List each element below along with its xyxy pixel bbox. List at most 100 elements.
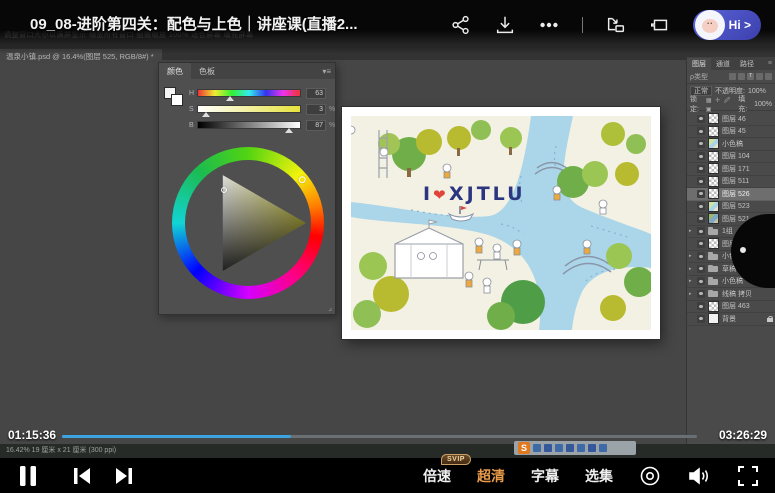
layer-row[interactable]: 图层 104 <box>687 151 775 164</box>
layer-visibility-eye-icon[interactable] <box>697 252 705 260</box>
background-swatch[interactable] <box>171 94 183 106</box>
layer-thumbnail[interactable] <box>708 163 719 174</box>
layer-name[interactable]: 小色稿 <box>722 139 743 149</box>
layer-visibility-eye-icon[interactable] <box>697 227 705 235</box>
layer-name[interactable]: 图层 511 <box>722 176 749 186</box>
share-icon[interactable] <box>450 14 472 36</box>
more-icon[interactable] <box>538 14 560 36</box>
layer-visibility-eye-icon[interactable] <box>697 302 705 310</box>
filter-pixel-icon[interactable] <box>729 73 736 80</box>
layer-visibility-eye-icon[interactable] <box>697 265 705 273</box>
subtitle-button[interactable]: 字幕 <box>531 466 559 486</box>
next-button[interactable] <box>114 467 134 485</box>
layer-thumbnail[interactable] <box>708 113 719 124</box>
layer-name[interactable]: 小色稿 <box>722 276 743 286</box>
layer-row[interactable]: 图层 463 <box>687 301 775 314</box>
layer-name[interactable]: 图层 45 <box>722 126 746 136</box>
layer-visibility-eye-icon[interactable] <box>697 215 705 223</box>
tab-channels[interactable]: 通道 <box>711 58 735 70</box>
layer-row[interactable]: 图层 511 <box>687 176 775 189</box>
layer-visibility-eye-icon[interactable] <box>697 315 705 323</box>
pip-icon[interactable] <box>605 14 627 36</box>
layer-row[interactable]: 小色稿 <box>687 138 775 151</box>
layer-thumbnail[interactable] <box>708 151 719 162</box>
layer-row[interactable]: 图层 171 <box>687 163 775 176</box>
panel-resize-handle[interactable]: ⌟ <box>328 303 332 312</box>
pause-button[interactable] <box>18 465 38 487</box>
brightness-marker[interactable] <box>285 128 293 133</box>
layer-visibility-eye-icon[interactable] <box>697 152 705 160</box>
saturation-slider[interactable] <box>197 105 301 113</box>
snip-tool-icon[interactable] <box>599 444 607 452</box>
layer-expand-arrow[interactable]: ▸ <box>689 278 694 284</box>
hue-ring-marker[interactable] <box>297 174 307 184</box>
layer-name[interactable]: 图层 171 <box>722 164 750 174</box>
fill-value[interactable]: 100% <box>754 101 772 108</box>
quality-button[interactable]: 超清 <box>477 466 505 486</box>
layer-thumbnail[interactable] <box>708 138 719 149</box>
volume-button[interactable] <box>687 465 711 487</box>
panel-menu-icon[interactable]: ≡ <box>768 60 772 67</box>
group-folder-icon[interactable] <box>708 276 719 287</box>
layer-visibility-eye-icon[interactable] <box>697 140 705 148</box>
snip-tool-icon[interactable] <box>533 444 541 452</box>
layer-visibility-eye-icon[interactable] <box>697 165 705 173</box>
filter-type-icon[interactable]: T <box>747 73 754 80</box>
layer-visibility-eye-icon[interactable] <box>697 290 705 298</box>
layer-name[interactable]: 线稿 拷贝 <box>722 289 752 299</box>
layer-thumbnail[interactable] <box>708 188 719 199</box>
layer-row[interactable]: 图层 526 <box>687 188 775 201</box>
snip-tool-icon[interactable] <box>566 444 574 452</box>
brightness-value[interactable]: 87 <box>306 120 326 131</box>
panel-menu-icon[interactable]: ▾≡ <box>322 67 331 76</box>
cast-icon[interactable] <box>649 14 671 36</box>
layer-visibility-eye-icon[interactable] <box>697 127 705 135</box>
layer-visibility-eye-icon[interactable] <box>697 277 705 285</box>
group-folder-icon[interactable] <box>708 251 719 262</box>
layer-thumbnail[interactable] <box>708 301 719 312</box>
fullscreen-button[interactable] <box>737 465 759 487</box>
filter-shape-icon[interactable] <box>756 73 763 80</box>
layer-visibility-eye-icon[interactable] <box>697 240 705 248</box>
assistant-avatar-pill[interactable]: Hi > <box>693 10 761 40</box>
layer-thumbnail[interactable] <box>708 176 719 187</box>
tab-paths[interactable]: 路径 <box>735 58 759 70</box>
hue-marker[interactable] <box>226 96 234 101</box>
group-folder-icon[interactable] <box>708 288 719 299</box>
foreground-background-swatches[interactable] <box>164 87 184 107</box>
triangle-selection-marker[interactable] <box>221 187 227 193</box>
color-wheel[interactable] <box>172 147 324 299</box>
layer-visibility-eye-icon[interactable] <box>697 115 705 123</box>
layer-visibility-eye-icon[interactable] <box>697 190 705 198</box>
layer-name[interactable]: 图层 523 <box>722 201 750 211</box>
hue-slider[interactable] <box>197 89 301 97</box>
layer-name[interactable]: 背景 <box>722 314 736 324</box>
saturation-marker[interactable] <box>202 112 210 117</box>
layer-row[interactable]: 图层 523 <box>687 201 775 214</box>
speed-button[interactable]: SVIP 倍速 <box>423 466 451 486</box>
brightness-slider[interactable] <box>197 121 301 129</box>
layer-name[interactable]: 图层 46 <box>722 114 746 124</box>
layer-row[interactable]: 图层 45 <box>687 126 775 139</box>
snip-tool-icon[interactable] <box>555 444 563 452</box>
episodes-button[interactable]: 选集 <box>585 466 613 486</box>
layer-row[interactable]: 图层 46 <box>687 113 775 126</box>
previous-button[interactable] <box>72 467 92 485</box>
filter-type-label[interactable]: ρ类型 <box>690 72 708 82</box>
layer-thumbnail[interactable] <box>708 313 719 324</box>
canvas-artboard[interactable]: I ❤ XJTLU <box>342 107 660 339</box>
layer-row[interactable]: ▸线稿 拷贝 <box>687 288 775 301</box>
lock-icons[interactable]: ▦ ✛ 🖉 ▣ <box>706 96 736 113</box>
filter-adjustment-icon[interactable] <box>738 73 745 80</box>
hue-value[interactable]: 63 <box>306 88 326 99</box>
group-folder-icon[interactable] <box>708 263 719 274</box>
record-icon[interactable] <box>639 465 661 487</box>
layer-name[interactable]: 图层 104 <box>722 151 750 161</box>
layer-expand-arrow[interactable]: ▸ <box>689 253 694 259</box>
progress-bar[interactable] <box>62 435 697 438</box>
layer-name[interactable]: 1组 <box>722 226 733 236</box>
tab-layers[interactable]: 图层 <box>687 58 711 70</box>
layer-thumbnail[interactable] <box>708 238 719 249</box>
snip-tool-icon[interactable] <box>588 444 596 452</box>
layer-expand-arrow[interactable]: ▸ <box>689 228 694 234</box>
